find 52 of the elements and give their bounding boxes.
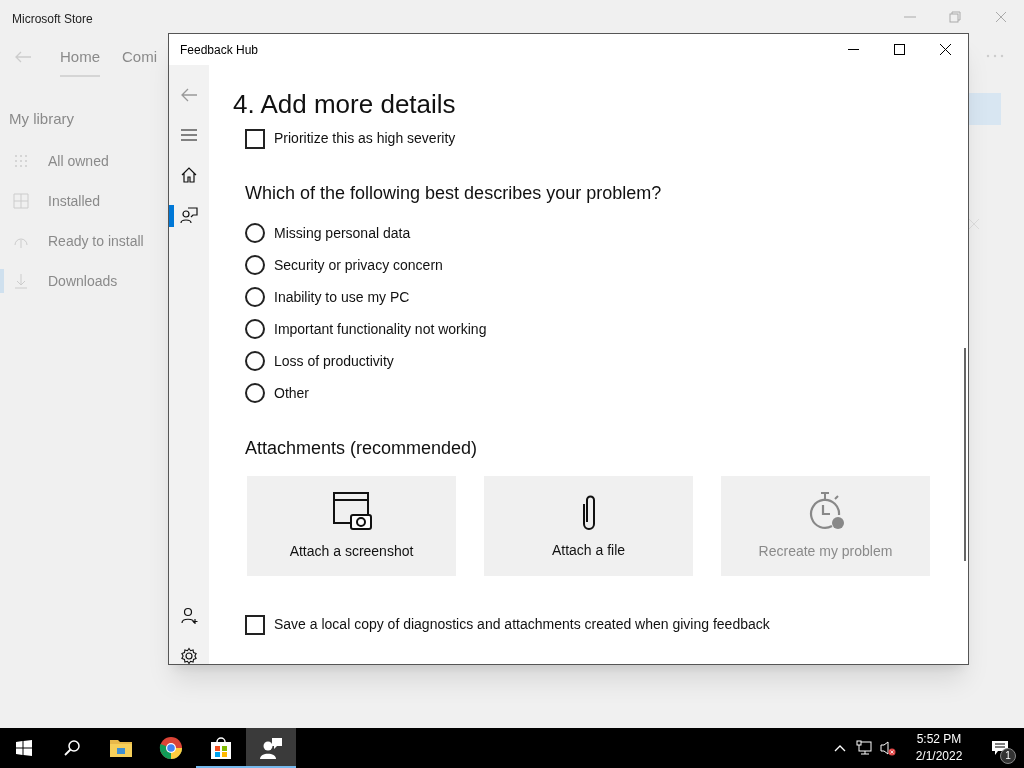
clock-date[interactable]: 2/1/2022 [915,748,963,765]
back-icon[interactable] [180,86,198,104]
checkbox[interactable] [245,128,265,149]
dots-grid-icon [12,152,30,170]
radio-button[interactable] [245,319,265,339]
chevron-up-icon[interactable] [834,744,846,752]
search-icon [63,739,81,757]
shopping-bag-icon [209,736,233,760]
scrollbar-thumb[interactable] [964,348,966,561]
window-title: Feedback Hub [180,41,260,59]
close-icon [939,44,951,55]
checkbox-label[interactable]: Save a local copy of diagnostics and attachments created when giving feedback [274,614,770,635]
action-center-button[interactable]: 1 [976,728,1024,768]
checkbox-label[interactable]: Prioritize this as high severity [274,128,456,149]
home-icon[interactable] [180,166,198,184]
radio-label[interactable]: Inability to use my PC [274,286,410,308]
radio-label[interactable]: Security or privacy concern [274,254,443,276]
attachment-button[interactable]: Attach a screenshot [247,476,456,576]
radio-button[interactable] [245,223,265,243]
selection-indicator [0,269,4,293]
radio-button[interactable] [245,383,265,403]
person-speech-icon[interactable] [180,206,198,224]
button-background [968,93,1001,125]
add-person-icon[interactable] [180,607,198,625]
radio-label[interactable]: Other [274,382,309,404]
radio-button[interactable] [245,351,265,371]
windows-logo-icon [16,740,32,756]
window-title: Microsoft Store [12,11,93,28]
download-icon [12,272,30,290]
screenshot-icon [331,490,372,531]
radio-label[interactable]: Missing personal data [274,222,411,244]
menu-icon[interactable] [180,126,198,144]
attachment-button[interactable]: Attach a file [484,476,693,576]
radio-label[interactable]: Loss of productivity [274,350,394,372]
section-heading: Attachments (recommended) [245,437,479,460]
taskbar-app[interactable] [246,728,296,768]
checkbox[interactable] [245,614,265,635]
grid-icon [12,192,30,210]
muted-speaker-icon[interactable] [880,740,896,756]
section-heading: My library [9,109,74,129]
radio-button[interactable] [245,287,265,307]
network-icon[interactable] [856,740,872,756]
notification-count: 1 [1000,748,1016,764]
page-heading: 4. Add more details [233,88,457,121]
maximize-icon [893,44,905,55]
person-speech-icon [259,736,283,760]
clock-time[interactable]: 5:52 PM [916,731,962,748]
question-text: Which of the following best describes your problem? [245,182,663,205]
radio-button[interactable] [245,255,265,275]
chrome-icon [159,736,183,760]
radio-label[interactable]: Important functionality not working [274,318,487,340]
settings-icon[interactable] [180,647,198,664]
